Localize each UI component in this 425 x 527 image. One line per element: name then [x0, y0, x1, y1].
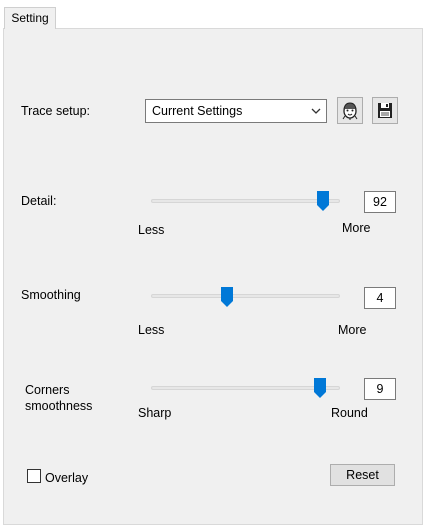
- trace-setup-label: Trace setup:: [21, 104, 91, 118]
- corners-value-box[interactable]: 9: [364, 378, 396, 400]
- detail-slider-thumb[interactable]: [317, 191, 330, 211]
- corners-max-label: Round: [331, 406, 368, 420]
- corners-label-line2: smoothness: [25, 399, 93, 413]
- reset-trace-button[interactable]: [337, 97, 363, 124]
- detail-slider-track[interactable]: [151, 199, 340, 203]
- chevron-down-icon: [311, 108, 321, 114]
- detail-value-box[interactable]: 92: [364, 191, 396, 213]
- smoothing-slider-thumb[interactable]: [221, 287, 233, 307]
- corners-slider-thumb[interactable]: [313, 378, 326, 398]
- face-icon: [342, 102, 358, 120]
- smoothing-label: Smoothing: [21, 288, 81, 302]
- detail-min-label: Less: [138, 223, 165, 237]
- corners-slider-track[interactable]: [151, 386, 340, 390]
- detail-label: Detail:: [21, 194, 57, 208]
- corners-label-line1: Corners: [25, 383, 70, 397]
- corners-min-label: Sharp: [138, 406, 172, 420]
- overlay-checkbox[interactable]: [27, 469, 41, 483]
- trace-preset-value: Current Settings: [152, 104, 243, 118]
- tab-setting[interactable]: Setting: [4, 7, 56, 29]
- smoothing-value-box[interactable]: 4: [364, 287, 396, 309]
- save-trace-button[interactable]: [372, 97, 398, 124]
- smoothing-min-label: Less: [138, 323, 165, 337]
- trace-preset-dropdown[interactable]: Current Settings: [145, 99, 327, 123]
- floppy-disk-icon: [378, 103, 392, 118]
- reset-button[interactable]: Reset: [330, 464, 395, 486]
- overlay-label: Overlay: [45, 471, 89, 485]
- smoothing-slider-track[interactable]: [151, 294, 340, 298]
- smoothing-max-label: More: [338, 323, 367, 337]
- detail-max-label: More: [342, 221, 371, 235]
